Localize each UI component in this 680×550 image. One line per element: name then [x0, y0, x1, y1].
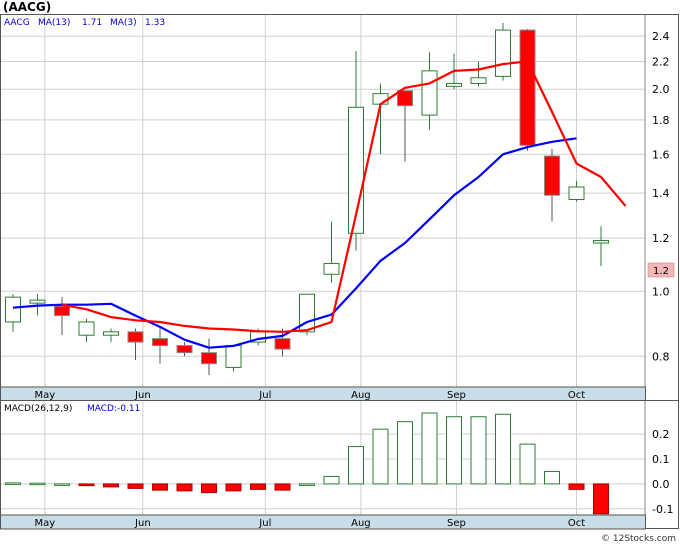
candle-body: [495, 29, 511, 77]
candle-body: [176, 345, 193, 354]
macd-bar: [593, 483, 609, 515]
macd-bar: [348, 446, 364, 485]
candle-body: [397, 90, 413, 107]
price-x-tick-label: Aug: [351, 390, 371, 401]
candle-body: [593, 240, 609, 244]
candle-body: [519, 29, 536, 146]
candle-body: [78, 321, 95, 336]
watermark: © 12Stocks.com: [601, 534, 676, 544]
macd-bar: [299, 483, 315, 486]
macd-bar: [372, 428, 389, 485]
candle-body: [152, 338, 168, 347]
price-x-tick-label: Sep: [447, 390, 466, 401]
price-y-tick-label: 0.8: [652, 350, 670, 363]
macd-bar: [201, 483, 217, 494]
price-x-tick-label: Jun: [134, 390, 151, 401]
stock-chart: 0.8 1.0 1.2 1.4 1.6 1.8 2.0 2.2 2.4 May Jun Jul Aug…: [0, 0, 680, 546]
macd-x-tick-label: Oct: [568, 518, 585, 529]
macd-x-tick-label: Jul: [258, 518, 271, 529]
macd-bar: [323, 475, 340, 485]
price-y-tick-label: 1.6: [652, 148, 670, 161]
macd-bar: [470, 416, 487, 485]
price-y-tick-label: 1.8: [652, 114, 670, 127]
macd-bar: [5, 482, 21, 485]
candle-body: [127, 331, 144, 343]
price-y-tick-label: 2.2: [652, 55, 670, 68]
macd-y-tick-label: 0.0: [652, 478, 670, 491]
price-x-axis-band: [0, 386, 646, 402]
price-x-tick-label: May: [35, 390, 56, 401]
candle-body: [446, 82, 462, 87]
macd-x-tick-label: Jun: [134, 518, 151, 529]
candle-body: [323, 262, 340, 275]
candle-body: [54, 305, 70, 317]
macd-bar: [397, 421, 413, 485]
macd-bar: [127, 483, 144, 489]
macd-x-tick-label: May: [35, 518, 56, 529]
candle-body: [421, 70, 438, 116]
legend-ma13-label: MA(13): [38, 18, 70, 28]
macd-bar: [103, 483, 119, 488]
macd-bar: [274, 483, 291, 491]
price-x-tick-label: Jul: [258, 390, 271, 401]
legend-ma3-value: 1.33: [145, 18, 165, 28]
price-x-tick-label: Oct: [568, 390, 585, 401]
legend-ma3-label: MA(3): [110, 18, 137, 28]
macd-value-label: MACD:-0.11: [87, 404, 140, 414]
candle-body: [274, 338, 291, 350]
candle-body: [201, 352, 217, 365]
price-y-tick-label: 1.4: [652, 187, 670, 200]
chart-title: (AACG): [3, 0, 51, 14]
candle-body: [568, 186, 585, 200]
macd-bar: [78, 483, 95, 487]
stock-chart-svg: 0.8 1.0 1.2 1.4 1.6 1.8 2.0 2.2 2.4 May Jun Jul Aug…: [0, 0, 679, 544]
candle-body: [5, 296, 21, 323]
macd-bar: [544, 470, 560, 485]
macd-y-tick-label: -0.1: [652, 503, 673, 516]
macd-bar: [495, 413, 511, 485]
candle-body: [470, 77, 487, 84]
macd-bar: [250, 483, 266, 490]
macd-bar: [29, 482, 46, 486]
macd-bar: [446, 416, 462, 485]
candle-body: [544, 155, 560, 196]
candle-body: [103, 331, 119, 336]
candle-body: [225, 345, 242, 368]
macd-bar: [152, 483, 168, 491]
last-price-label: 1.2: [653, 266, 669, 277]
price-y-tick-label: 2.0: [652, 83, 670, 96]
macd-bar: [176, 483, 193, 492]
macd-x-axis-band: [0, 514, 646, 530]
macd-y-tick-label: 0.2: [652, 428, 670, 441]
candle-body: [29, 299, 46, 304]
macd-x-tick-label: Sep: [447, 518, 466, 529]
macd-label: MACD(26,12,9): [4, 404, 72, 414]
macd-bar: [568, 483, 585, 490]
price-y-tick-label: 1.0: [652, 285, 670, 298]
macd-bar: [519, 443, 536, 485]
price-y-tick-label: 1.2: [652, 232, 670, 245]
price-y-tick-label: 2.4: [652, 30, 670, 43]
macd-bar: [225, 483, 242, 492]
legend-symbol: AACG: [4, 18, 30, 28]
macd-y-tick-label: 0.1: [652, 453, 670, 466]
macd-bar: [54, 483, 70, 486]
macd-bar: [421, 412, 438, 485]
macd-x-tick-label: Aug: [351, 518, 371, 529]
legend-ma13-value: 1.71: [82, 18, 102, 28]
candle-body: [372, 93, 389, 105]
